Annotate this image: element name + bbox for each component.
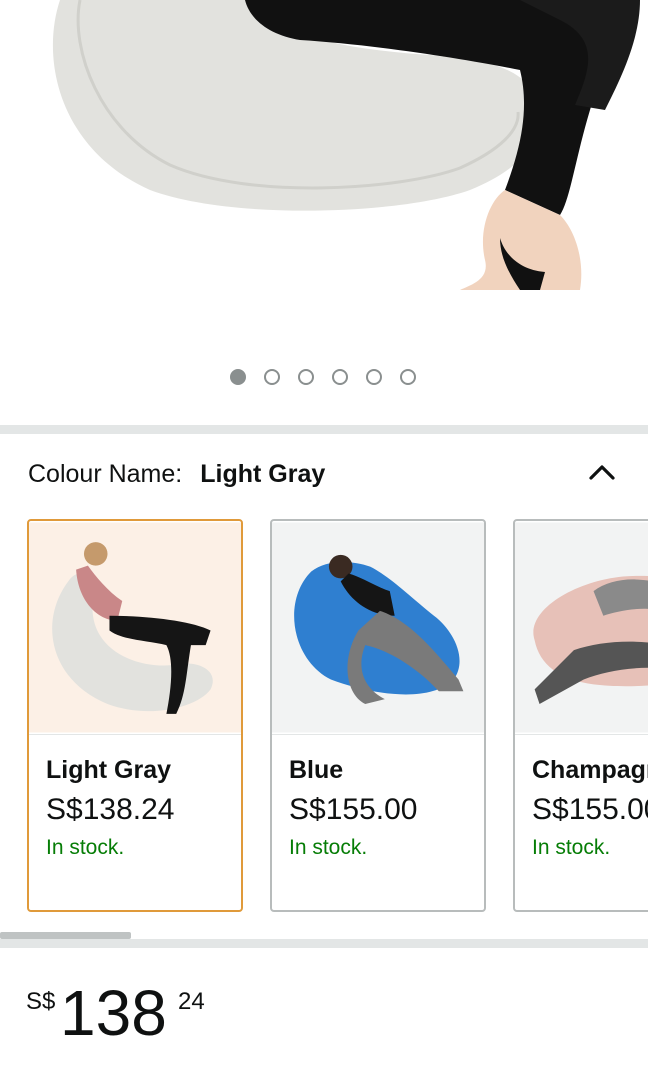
selected-colour-value: Light Gray — [200, 459, 326, 488]
carousel-dot[interactable] — [264, 369, 280, 385]
swatch-name: Champagne — [532, 756, 648, 784]
swatch-card-light-gray[interactable]: Light Gray S$138.24 In stock. — [27, 519, 243, 912]
swatch-name: Light Gray — [46, 756, 172, 784]
swatch-name: Blue — [289, 756, 344, 784]
product-photo — [52, 0, 640, 290]
carousel-dot[interactable] — [298, 369, 314, 385]
swatch-price: S$138.24 — [46, 793, 175, 826]
carousel-dot[interactable] — [366, 369, 382, 385]
carousel-dot[interactable] — [400, 369, 416, 385]
swatch-stock-status: In stock. — [46, 836, 125, 859]
swatch-card-blue[interactable]: Blue S$155.00 In stock. — [270, 519, 486, 912]
price-currency-symbol: S$ — [26, 988, 56, 1015]
product-image[interactable] — [0, 0, 648, 425]
colour-name-label: Colour Name: — [28, 459, 183, 488]
price-whole: 138 — [60, 977, 167, 1049]
swatch-scrollbar[interactable] — [0, 932, 648, 939]
swatch-price: S$155.00 — [532, 793, 648, 826]
champagne-pillow-thumbnail — [515, 522, 648, 735]
swatch-price: S$155.00 — [289, 793, 418, 826]
swatch-scrollbar-thumb[interactable] — [0, 932, 131, 939]
blue-pillow-thumbnail — [272, 522, 484, 735]
carousel-dots — [230, 369, 416, 385]
chevron-up-icon[interactable] — [584, 456, 620, 492]
swatch-card-champagne[interactable]: Champagne S$155.00 In stock. — [513, 519, 648, 912]
carousel-dot[interactable] — [230, 369, 246, 385]
swatch-stock-status: In stock. — [532, 836, 611, 859]
light-gray-pillow-thumbnail — [29, 522, 241, 735]
price-fraction: 24 — [178, 988, 205, 1015]
section-divider — [0, 425, 648, 434]
carousel-dot[interactable] — [332, 369, 348, 385]
swatch-stock-status: In stock. — [289, 836, 368, 859]
colour-selector-header[interactable]: Colour Name: Light Gray — [28, 456, 620, 492]
colour-swatch-list[interactable]: Light Gray S$138.24 In stock. Blue S$155… — [0, 519, 648, 913]
section-divider — [0, 939, 648, 948]
